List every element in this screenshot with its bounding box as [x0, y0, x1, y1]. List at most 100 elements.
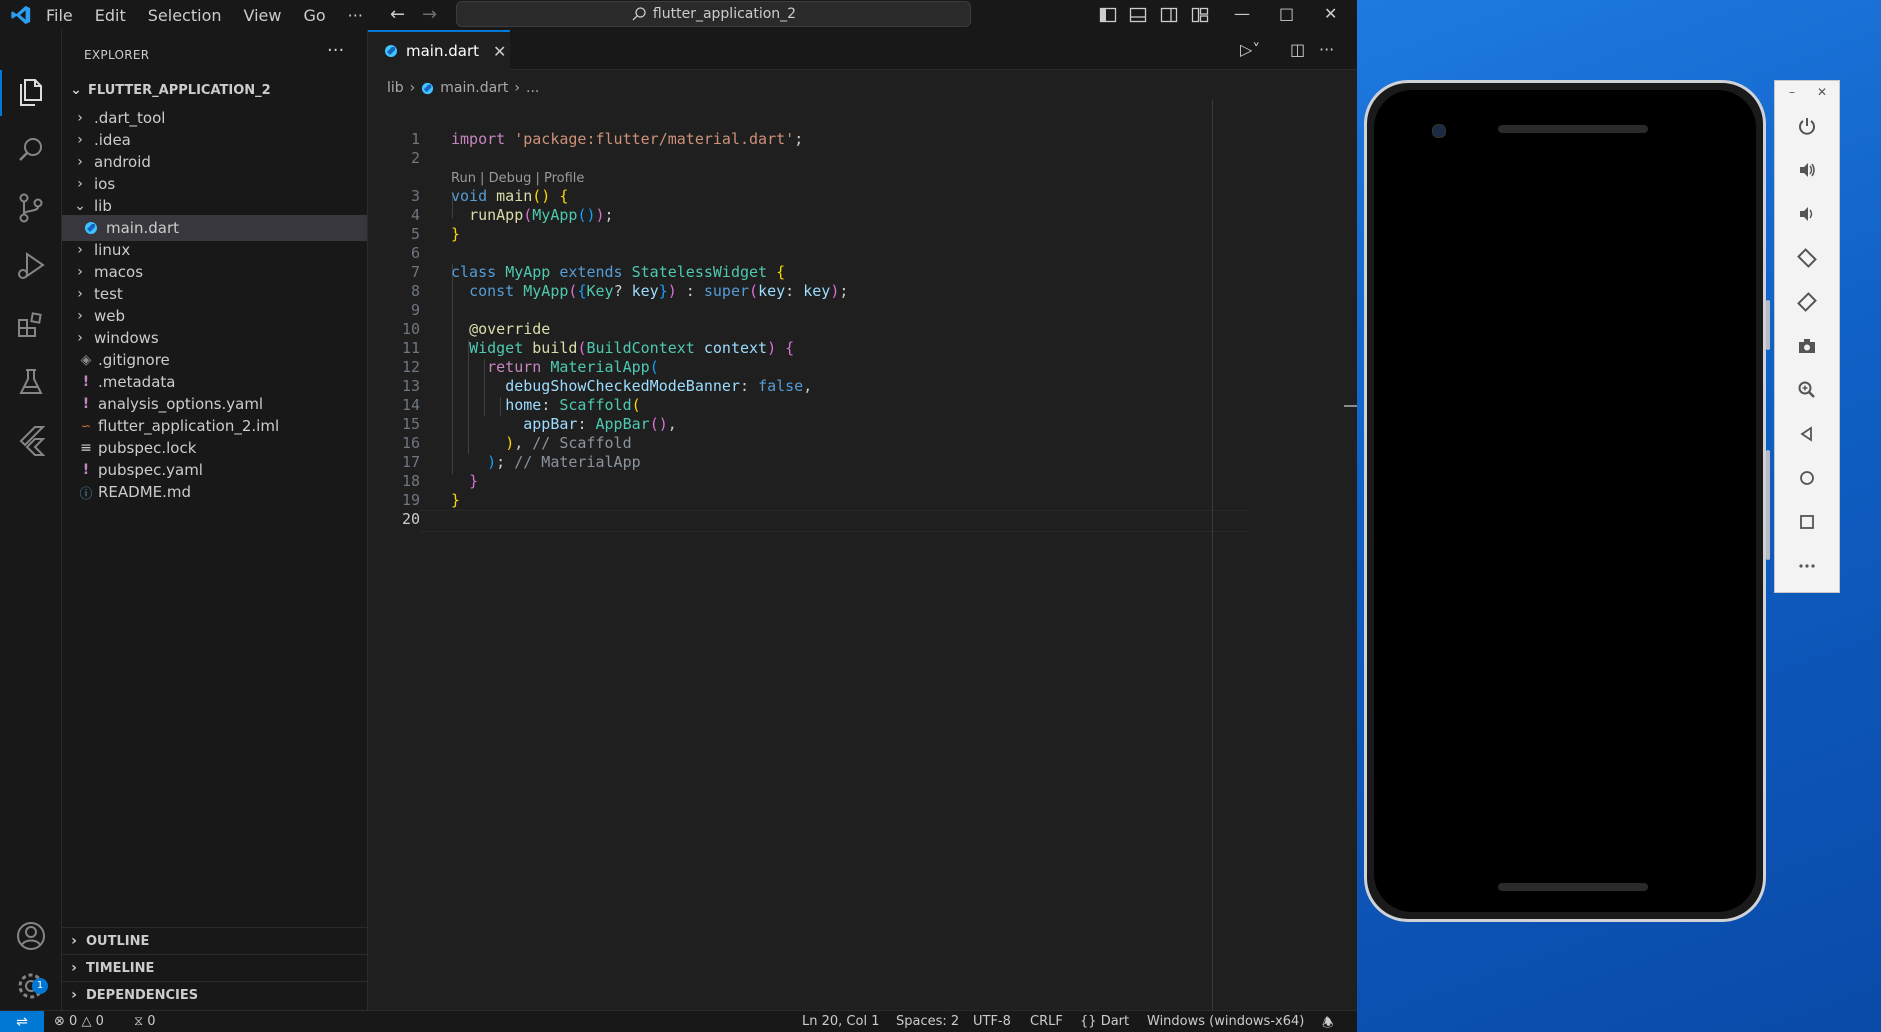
braces-icon: {}	[1080, 1014, 1097, 1029]
settings-update-badge: 1	[32, 978, 48, 994]
forward-arrow-icon[interactable]: →	[422, 4, 437, 25]
language-mode[interactable]: {} Dart	[1080, 1014, 1129, 1029]
toggle-panel-icon[interactable]	[1129, 6, 1147, 24]
tree-item-label: test	[94, 285, 123, 303]
breadcrumb-lib[interactable]: lib	[387, 80, 404, 96]
customize-layout-icon[interactable]	[1191, 6, 1209, 24]
home-circle-icon[interactable]	[1794, 465, 1820, 491]
chevron-right-icon: ›	[409, 80, 416, 96]
scrollbar-marker[interactable]	[1344, 405, 1357, 407]
tree-item-label: linux	[94, 241, 131, 259]
line-number: 8	[410, 282, 420, 300]
android-emulator-device	[1364, 80, 1766, 922]
command-center-label: flutter_application_2	[652, 6, 797, 22]
line-number: 19	[401, 491, 420, 509]
cursor-position[interactable]: Ln 20, Col 1	[802, 1014, 879, 1029]
zoom-icon[interactable]	[1794, 377, 1820, 403]
project-root[interactable]: ⌄ FLUTTER_APPLICATION_2	[68, 82, 271, 98]
extensions-icon[interactable]	[13, 306, 49, 342]
chevron-down-icon: ⌄	[74, 198, 86, 214]
tree-item-label: pubspec.yaml	[98, 461, 203, 479]
line-number: 6	[410, 244, 420, 262]
language-label: Dart	[1100, 1014, 1130, 1029]
codelens-run-debug-profile[interactable]: Run | Debug | Profile	[451, 171, 584, 186]
flutter-device[interactable]: Windows (windows-x64)	[1147, 1014, 1304, 1029]
menu-view[interactable]: View	[244, 6, 282, 25]
close-window-icon[interactable]: ✕	[1324, 4, 1337, 23]
more-options-icon[interactable]	[1794, 553, 1820, 579]
emulator-screen[interactable]	[1374, 90, 1756, 912]
project-name: FLUTTER_APPLICATION_2	[88, 82, 271, 98]
split-editor-icon[interactable]: ◫	[1290, 40, 1305, 59]
line-number: 12	[401, 358, 420, 376]
emulator-close-icon[interactable]: ✕	[1817, 85, 1827, 99]
warning-count: 0	[95, 1014, 104, 1029]
indentation-setting[interactable]: Spaces: 2	[896, 1014, 959, 1029]
outline-panel[interactable]: › OUTLINE	[62, 927, 367, 954]
tree-item-readme[interactable]: ⓘ README.md	[62, 479, 367, 505]
run-and-debug-icon[interactable]	[13, 248, 49, 284]
flutter-icon[interactable]	[13, 422, 49, 458]
line-number: 7	[410, 263, 420, 281]
line-number: 18	[401, 472, 420, 490]
chevron-right-icon: ›	[77, 330, 83, 346]
volume-down-icon[interactable]	[1794, 201, 1820, 227]
emulator-minimize-icon[interactable]: –	[1789, 85, 1795, 99]
line-number: 2	[410, 149, 420, 167]
rotate-left-icon[interactable]	[1794, 245, 1820, 271]
chevron-right-icon: ›	[77, 154, 83, 170]
more-actions-icon[interactable]: ···	[1319, 40, 1334, 59]
run-debug-icon[interactable]: ▷˅	[1240, 40, 1260, 59]
minimize-window-icon[interactable]: —	[1234, 4, 1250, 23]
timeline-panel[interactable]: › TIMELINE	[62, 954, 367, 981]
current-line-highlight	[420, 510, 1248, 532]
breadcrumb-symbol[interactable]: ...	[526, 80, 539, 96]
screenshot-camera-icon[interactable]	[1794, 333, 1820, 359]
chevron-right-icon: ›	[77, 176, 83, 192]
toggle-primary-sidebar-icon[interactable]	[1099, 6, 1117, 24]
ports-indicator[interactable]: ⧖ 0	[134, 1014, 156, 1029]
volume-up-icon[interactable]	[1794, 157, 1820, 183]
device-volume-rocker[interactable]	[1766, 450, 1770, 560]
menu-file[interactable]: File	[46, 6, 73, 25]
search-icon[interactable]	[13, 132, 49, 168]
chevron-right-icon: ›	[77, 264, 83, 280]
line-number: 5	[410, 225, 420, 243]
code-text: Widget build(BuildContext context) {	[469, 339, 795, 357]
menu-more[interactable]: ···	[348, 6, 363, 25]
menu-go[interactable]: Go	[303, 6, 325, 25]
chevron-right-icon: ›	[514, 80, 521, 96]
toggle-secondary-sidebar-icon[interactable]	[1160, 6, 1178, 24]
eol-setting[interactable]: CRLF	[1030, 1014, 1063, 1029]
close-tab-icon[interactable]: ✕	[493, 42, 506, 61]
active-indicator	[0, 70, 2, 116]
menu-selection[interactable]: Selection	[148, 6, 222, 25]
chevron-right-icon: ›	[77, 308, 83, 324]
testing-icon[interactable]	[13, 364, 49, 400]
back-arrow-icon[interactable]: ←	[390, 4, 405, 25]
tab-main-dart[interactable]: main.dart ✕	[368, 30, 510, 70]
back-triangle-icon[interactable]	[1794, 421, 1820, 447]
ports-count: 0	[147, 1014, 156, 1029]
problems-indicator[interactable]: ⊗ 0 △ 0	[54, 1014, 104, 1029]
encoding-setting[interactable]: UTF-8	[973, 1014, 1011, 1029]
accounts-icon[interactable]	[13, 918, 49, 954]
maximize-window-icon[interactable]: □	[1279, 4, 1294, 23]
explorer-icon[interactable]	[13, 74, 49, 110]
notifications-bell-icon[interactable]: 🕭	[1322, 1014, 1334, 1032]
menu-edit[interactable]: Edit	[95, 6, 126, 25]
code-text: ), // Scaffold	[505, 434, 632, 452]
overview-square-icon[interactable]	[1794, 509, 1820, 535]
rotate-right-icon[interactable]	[1794, 289, 1820, 315]
git-icon: ◈	[80, 352, 92, 368]
breadcrumb-main-dart[interactable]: main.dart	[440, 80, 508, 96]
command-center-search[interactable]: flutter_application_2	[456, 1, 971, 27]
tree-item-label: .dart_tool	[94, 109, 166, 127]
code-text: home: Scaffold(	[505, 396, 641, 414]
explorer-more-actions[interactable]: ···	[327, 40, 344, 61]
source-control-icon[interactable]	[13, 190, 49, 226]
device-power-button[interactable]	[1766, 300, 1770, 350]
remote-indicator-icon[interactable]: ⇌	[0, 1011, 44, 1032]
power-icon[interactable]	[1794, 113, 1820, 139]
dependencies-panel[interactable]: › DEPENDENCIES	[62, 981, 367, 1008]
